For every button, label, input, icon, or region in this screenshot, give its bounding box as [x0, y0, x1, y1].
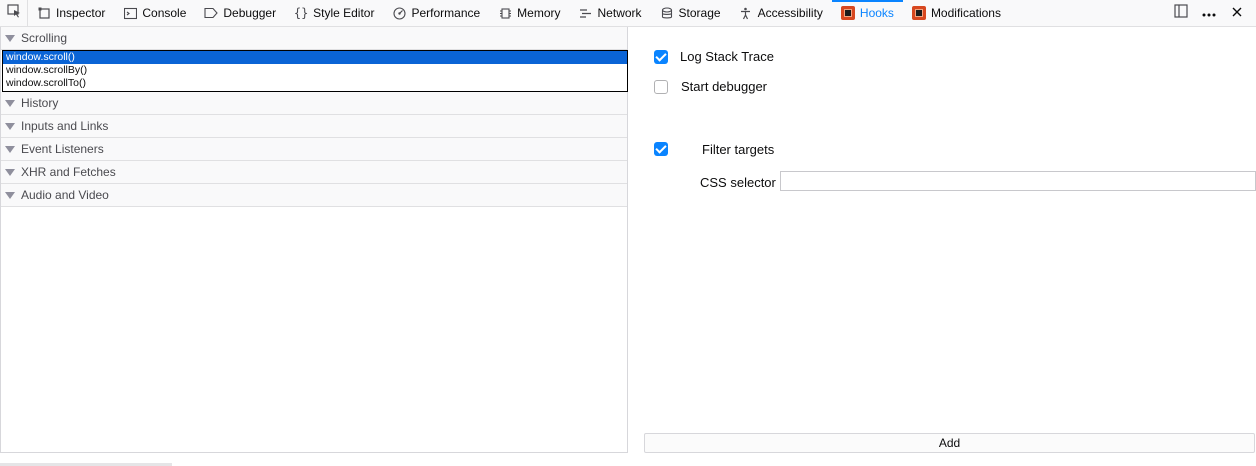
tab-label: Debugger	[223, 6, 277, 20]
tab-label: Style Editor	[313, 6, 375, 20]
section-history[interactable]: History	[1, 92, 627, 115]
section-title: Event Listeners	[21, 142, 104, 156]
section-audio-and-video[interactable]: Audio and Video	[1, 184, 627, 207]
scrolling-hooks-list[interactable]: window.scroll() window.scrollBy() window…	[2, 50, 628, 92]
tab-storage[interactable]: Storage	[651, 0, 730, 26]
list-item[interactable]: window.scroll()	[3, 51, 627, 64]
section-event-listeners[interactable]: Event Listeners	[1, 138, 627, 161]
css-selector-label: CSS selector	[700, 175, 776, 190]
hook-options-panel: Log Stack Trace Start debugger Filter ta…	[628, 27, 1256, 453]
list-item[interactable]: window.scrollBy()	[3, 64, 627, 77]
section-title: History	[21, 96, 59, 110]
section-title: XHR and Fetches	[21, 165, 116, 179]
tab-accessibility[interactable]: Accessibility	[730, 0, 832, 26]
filter-targets-label: Filter targets	[702, 142, 775, 157]
section-title: Audio and Video	[21, 188, 109, 202]
element-picker-button[interactable]	[0, 0, 28, 26]
tab-hooks[interactable]: Hooks	[831, 0, 903, 26]
log-stack-trace-checkbox[interactable]	[654, 50, 668, 64]
accessibility-icon	[739, 6, 753, 20]
braces-icon: {}	[293, 6, 309, 20]
triangle-down-icon	[5, 34, 15, 42]
close-button[interactable]	[1228, 4, 1246, 22]
tab-debugger[interactable]: Debugger	[195, 0, 285, 26]
tab-label: Modifications	[930, 6, 1001, 20]
section-scrolling[interactable]: Scrolling	[1, 27, 627, 50]
tab-label: Performance	[411, 6, 481, 20]
triangle-down-icon	[5, 122, 15, 130]
triangle-down-icon	[5, 168, 15, 176]
network-icon	[579, 6, 593, 20]
close-icon	[1232, 4, 1242, 22]
storage-icon	[660, 6, 674, 20]
tab-style-editor[interactable]: {} Style Editor	[285, 0, 383, 26]
hooks-category-panel: Scrolling window.scroll() window.scrollB…	[0, 27, 628, 453]
hooks-extension-icon	[840, 6, 855, 20]
filter-targets-checkbox[interactable]	[654, 142, 668, 156]
section-title: Scrolling	[21, 31, 68, 45]
memory-icon	[498, 6, 512, 20]
tab-memory[interactable]: Memory	[489, 0, 569, 26]
tab-label: Hooks	[859, 6, 894, 20]
start-debugger-checkbox[interactable]	[654, 80, 668, 94]
triangle-down-icon	[5, 99, 15, 107]
css-selector-input[interactable]	[780, 171, 1256, 191]
inspector-icon	[37, 6, 51, 20]
performance-icon	[392, 6, 406, 20]
start-debugger-label: Start debugger	[681, 79, 768, 94]
tab-console[interactable]: Console	[114, 0, 195, 26]
tab-label: Storage	[678, 6, 721, 20]
ellipsis-icon	[1202, 4, 1216, 22]
triangle-down-icon	[5, 191, 15, 199]
add-button[interactable]: Add	[644, 433, 1255, 453]
triangle-down-icon	[5, 145, 15, 153]
tab-label: Inspector	[56, 6, 106, 20]
console-icon	[123, 6, 137, 20]
tab-label: Accessibility	[757, 6, 823, 20]
tab-label: Network	[597, 6, 642, 20]
section-inputs-and-links[interactable]: Inputs and Links	[1, 115, 627, 138]
tab-label: Console	[142, 6, 187, 20]
modifications-extension-icon	[911, 6, 926, 20]
log-stack-trace-label: Log Stack Trace	[680, 49, 774, 64]
tab-label: Memory	[517, 6, 561, 20]
tab-inspector[interactable]: Inspector	[28, 0, 114, 26]
debugger-icon	[204, 6, 219, 20]
dock-side-icon	[1174, 3, 1188, 23]
element-picker-icon	[6, 3, 21, 23]
dock-toggle-button[interactable]	[1172, 3, 1190, 23]
tab-modifications[interactable]: Modifications	[903, 0, 1010, 26]
tab-performance[interactable]: Performance	[383, 0, 489, 26]
section-xhr-and-fetches[interactable]: XHR and Fetches	[1, 161, 627, 184]
devtools-toolbar: Inspector Console Debugger {} Style Edit…	[0, 0, 1256, 27]
list-item[interactable]: window.scrollTo()	[3, 77, 627, 90]
tab-network[interactable]: Network	[570, 0, 651, 26]
more-options-button[interactable]	[1200, 4, 1218, 22]
section-title: Inputs and Links	[21, 119, 109, 133]
